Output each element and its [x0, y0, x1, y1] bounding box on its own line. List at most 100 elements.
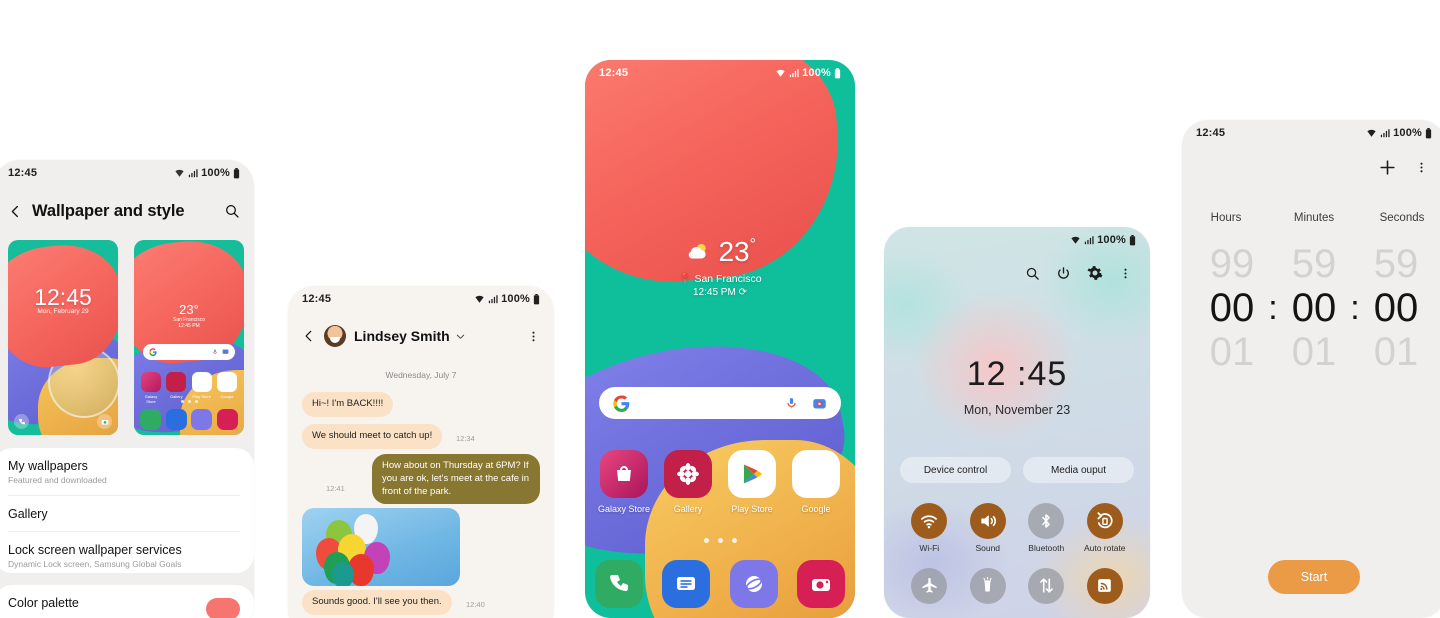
toggle-bluetooth[interactable]: Bluetooth: [1017, 503, 1076, 554]
minutes-above[interactable]: 59: [1281, 242, 1347, 286]
status-bar: 12:45 100%: [288, 286, 554, 312]
battery-percent: 100%: [1097, 234, 1126, 246]
plus-icon[interactable]: [1378, 158, 1397, 177]
more-vertical-icon[interactable]: [1119, 267, 1132, 280]
battery-icon: [233, 167, 240, 179]
message-bubble[interactable]: Sounds good. I'll see you then.: [302, 590, 452, 615]
mobile-data-icon: [1028, 567, 1065, 604]
app-label: Play Store: [731, 504, 773, 514]
search-icon[interactable]: [1025, 266, 1040, 281]
more-vertical-icon[interactable]: [527, 330, 540, 343]
toggle-label: Bluetooth: [1028, 543, 1065, 553]
bluetooth-icon: [1028, 503, 1065, 539]
app-row: Galaxy Store Gallery Play Store Google: [595, 450, 845, 514]
preview-clock: 12:45: [34, 284, 92, 310]
microphone-icon[interactable]: [785, 396, 798, 411]
app-gallery[interactable]: Gallery: [659, 450, 717, 514]
status-time: 12:45: [599, 67, 629, 79]
status-time: 12:45: [302, 293, 332, 305]
toggle-airplane-mode[interactable]: [900, 567, 959, 609]
app-play-store[interactable]: Play Store: [723, 450, 781, 514]
seconds-value[interactable]: 00: [1363, 286, 1429, 330]
message-bubble[interactable]: Hi~! I'm BACK!!!!: [302, 392, 394, 417]
toggle-sound[interactable]: Sound: [959, 503, 1018, 554]
device-control-button[interactable]: Device control: [900, 457, 1011, 483]
internet-browser-icon[interactable]: [729, 560, 778, 608]
hours-above[interactable]: 99: [1199, 242, 1265, 286]
power-icon[interactable]: [1056, 266, 1071, 281]
media-output-button[interactable]: Media ouput: [1023, 457, 1134, 483]
hours-below[interactable]: 01: [1199, 330, 1265, 374]
home-screen-preview[interactable]: 23° San Francisco 12:45 PM Galaxy Store …: [134, 240, 244, 435]
flashlight-icon: [969, 567, 1006, 604]
color-swatch[interactable]: [206, 598, 240, 618]
list-item-title: Gallery: [8, 507, 48, 521]
status-icons: 100%: [775, 67, 841, 79]
toggle-mobile-data[interactable]: [1017, 567, 1076, 609]
battery-percent: 100%: [1393, 127, 1422, 139]
conversation-header: Lindsey Smith: [288, 314, 554, 358]
timer-row-above: 99 : 59 : 59: [1182, 242, 1440, 286]
list-item-title: Lock screen wallpaper services: [8, 543, 182, 557]
toggle-auto-rotate[interactable]: Auto rotate: [1076, 503, 1135, 554]
start-button[interactable]: Start: [1268, 560, 1360, 594]
status-icons: 100%: [1070, 234, 1136, 246]
weather-temp: 23: [718, 236, 750, 267]
battery-icon: [1129, 234, 1136, 246]
timer-row-below: 01 : 01 : 01: [1182, 330, 1440, 374]
weather-time: 12:45 PM: [693, 287, 736, 298]
page-indicator: [585, 538, 855, 543]
toggle-wifi[interactable]: Wi-Fi: [900, 503, 959, 554]
google-search-bar[interactable]: [599, 387, 841, 419]
phone-quick-settings: 100% 12 :45 Mon, November 23 Device cont…: [884, 227, 1150, 618]
seconds-above[interactable]: 59: [1363, 242, 1429, 286]
message-bubble[interactable]: We should meet to catch up!: [302, 424, 443, 449]
preview-time: 12:45 PM: [178, 323, 200, 329]
app-label: Gallery: [673, 504, 703, 514]
camera-icon[interactable]: [796, 560, 845, 608]
screenshot-stage: 12:45 100% Wallpaper and style 12:45 Mon…: [0, 0, 1440, 618]
more-vertical-icon[interactable]: [1415, 161, 1428, 174]
google-lens-icon[interactable]: [812, 396, 827, 411]
preview-temp: 23°: [179, 302, 199, 317]
list-item[interactable]: Lock screen wallpaper services Dynamic L…: [0, 532, 254, 579]
chevron-down-icon[interactable]: [455, 331, 466, 342]
avatar[interactable]: [324, 325, 346, 347]
status-bar: 100%: [884, 227, 1150, 253]
list-item[interactable]: Gallery: [0, 496, 254, 531]
toggle-label: Wi-Fi: [919, 543, 940, 553]
messages-icon[interactable]: [662, 560, 711, 608]
battery-percent: 100%: [501, 293, 530, 305]
weather-widget[interactable]: 23° 📍 San Francisco 12:45 PM ⟳: [585, 236, 855, 298]
separator: :: [1268, 288, 1278, 327]
seconds-below[interactable]: 01: [1363, 330, 1429, 374]
settings-gear-icon[interactable]: [1087, 265, 1103, 281]
lock-screen-preview[interactable]: 12:45 Mon, February 29: [8, 240, 118, 435]
timer-column-labels: Hours Minutes Seconds: [1182, 212, 1440, 224]
search-icon[interactable]: [220, 199, 244, 223]
toggle-flashlight[interactable]: [959, 567, 1018, 609]
hours-value[interactable]: 00: [1199, 286, 1265, 330]
refresh-icon[interactable]: ⟳: [739, 287, 747, 298]
app-google-folder[interactable]: Google: [787, 450, 845, 514]
wifi-icon: [775, 68, 786, 79]
back-chevron-icon[interactable]: [302, 329, 316, 343]
wifi-icon: [911, 503, 948, 539]
list-item[interactable]: My wallpapers Featured and downloaded: [0, 448, 254, 495]
panel-clock: 12 :45: [966, 355, 1068, 393]
gallery-icon: [664, 450, 712, 498]
message-bubble[interactable]: How about on Thursday at 6PM? If you are…: [372, 454, 540, 505]
app-galaxy-store[interactable]: Galaxy Store: [595, 450, 653, 514]
airplane-mode-icon: [911, 567, 948, 604]
signal-icon: [789, 68, 799, 78]
phone-home-screen: 12:45 100% 23° 📍 San Francisco 12:45 PM …: [585, 60, 855, 618]
phone-icon[interactable]: [595, 560, 643, 608]
preview-dock: [140, 409, 238, 430]
minutes-value[interactable]: 00: [1281, 286, 1347, 330]
minutes-below[interactable]: 01: [1281, 330, 1347, 374]
back-chevron-icon[interactable]: [4, 200, 26, 222]
toggle-hotspot[interactable]: [1076, 567, 1135, 609]
color-palette-card[interactable]: Color palette: [0, 585, 254, 618]
image-message[interactable]: [302, 508, 460, 586]
timer-picker[interactable]: 99 : 59 : 59 00 : 00 : 00 01 : 01 : 01: [1182, 242, 1440, 374]
